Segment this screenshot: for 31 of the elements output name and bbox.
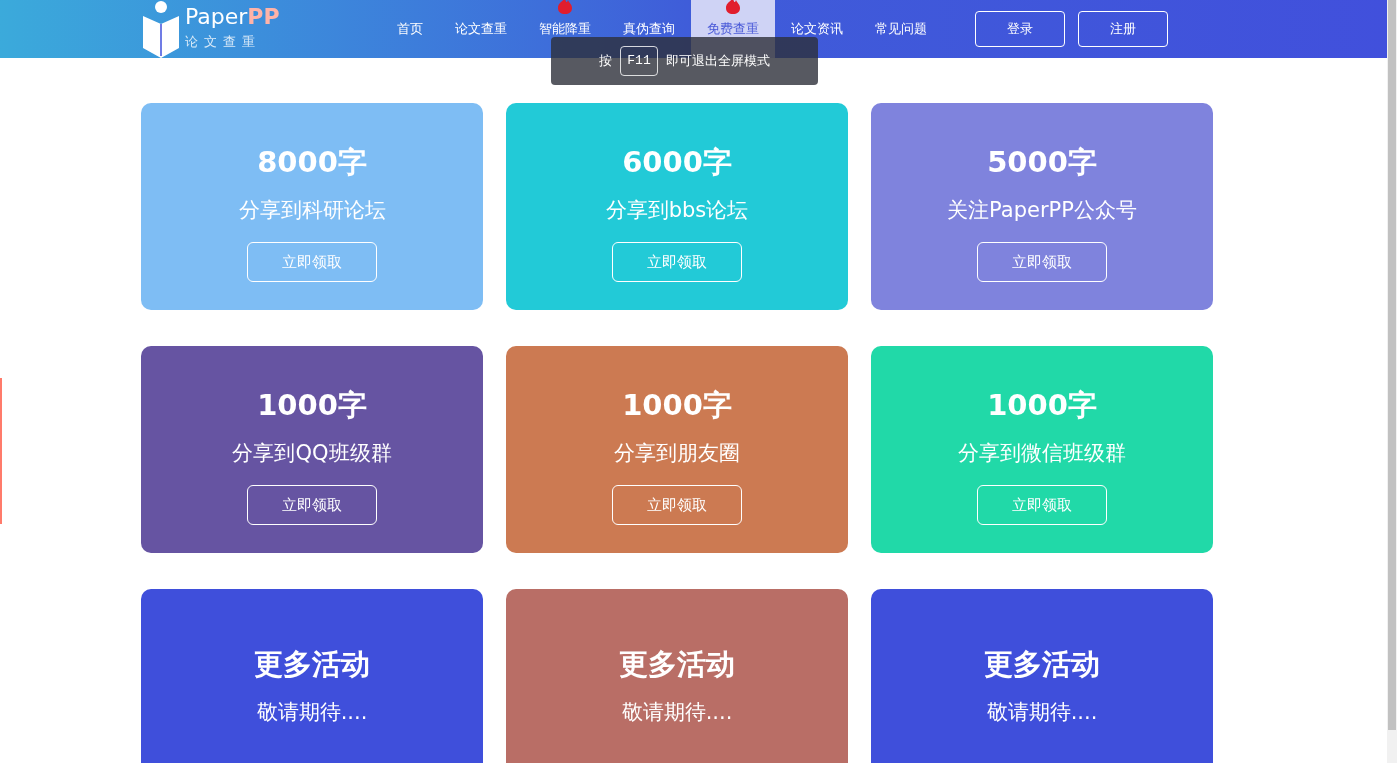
card-subtitle: 分享到微信班级群 xyxy=(958,439,1126,467)
logo-subtitle: 论文查重 xyxy=(185,33,262,52)
toast-text: 按 xyxy=(599,52,613,71)
card-title: 5000字 xyxy=(987,144,1097,181)
card-title: 8000字 xyxy=(257,144,367,181)
card-subtitle: 分享到QQ班级群 xyxy=(232,439,392,467)
claim-button[interactable]: 立即领取 xyxy=(612,485,742,525)
nav-tab[interactable]: 常见问题 xyxy=(859,0,943,58)
card-subtitle: 分享到朋友圈 xyxy=(614,439,740,467)
auth-button[interactable]: 注册 xyxy=(1078,11,1168,47)
card-subtitle: 关注PaperPP公众号 xyxy=(947,196,1137,224)
card-title: 更多活动 xyxy=(984,646,1100,683)
nav-tab[interactable]: 论文查重 xyxy=(439,0,523,58)
card-subtitle: 敬请期待.... xyxy=(256,698,368,726)
card-title: 更多活动 xyxy=(619,646,735,683)
card-subtitle: 分享到科研论坛 xyxy=(238,196,386,224)
nav-tab[interactable]: 首页 xyxy=(381,0,439,58)
card-title: 6000字 xyxy=(622,144,732,181)
claim-button[interactable]: 立即领取 xyxy=(247,485,377,525)
card-title: 1000字 xyxy=(622,387,732,424)
claim-button[interactable]: 立即领取 xyxy=(977,242,1107,282)
logo-text: Paper xyxy=(185,6,248,29)
card-subtitle: 敬请期待.... xyxy=(621,698,733,726)
card-title: 1000字 xyxy=(987,387,1097,424)
auth-button[interactable]: 登录 xyxy=(975,11,1065,47)
logo-text-accent: PP xyxy=(247,6,280,29)
card-title: 1000字 xyxy=(257,387,367,424)
card-subtitle: 敬请期待.... xyxy=(986,698,1098,726)
card-title: 更多活动 xyxy=(254,646,370,683)
key-label: F11 xyxy=(620,46,658,76)
card-subtitle: 分享到bbs论坛 xyxy=(605,196,749,224)
